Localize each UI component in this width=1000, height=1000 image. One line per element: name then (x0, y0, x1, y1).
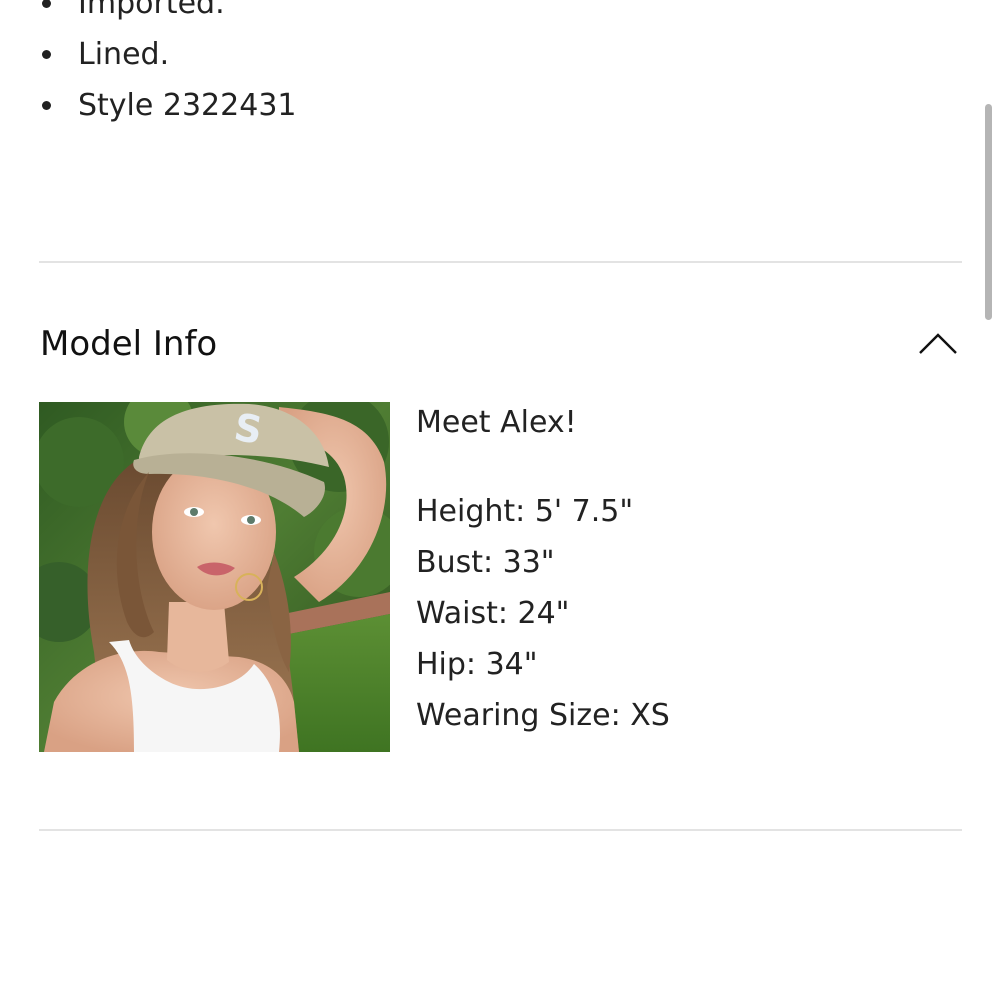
model-photo: S (39, 402, 390, 752)
product-details-page: Imported. Lined. Style 2322431 Model Inf… (0, 0, 1000, 1000)
model-height: Height: 5' 7.5" (416, 494, 634, 529)
model-hip: Hip: 34" (416, 647, 538, 682)
model-bust: Bust: 33" (416, 545, 555, 580)
model-photo-image: S (39, 402, 390, 752)
list-item-text: Imported. (78, 0, 225, 21)
model-waist: Waist: 24" (416, 596, 570, 631)
list-item: Style 2322431 (40, 80, 297, 131)
model-info-heading[interactable]: Model Info (40, 322, 217, 366)
collapse-model-info-button[interactable] (908, 322, 968, 366)
bullet-icon (42, 50, 51, 59)
model-wearing-size: Wearing Size: XS (416, 698, 670, 733)
bullet-icon (42, 0, 51, 8)
list-item: Lined. (40, 29, 297, 80)
section-divider (39, 261, 962, 263)
section-divider (39, 829, 962, 831)
model-greeting: Meet Alex! (416, 405, 577, 440)
chevron-up-icon (919, 333, 957, 354)
scrollbar-thumb[interactable] (985, 104, 992, 320)
bullet-icon (42, 101, 51, 110)
product-details-list: Imported. Lined. Style 2322431 (40, 0, 297, 131)
list-item-text: Style 2322431 (78, 88, 297, 123)
list-item-text: Lined. (78, 37, 170, 72)
list-item: Imported. (40, 0, 297, 29)
model-info-details: Meet Alex! Height: 5' 7.5" Bust: 33" Wai… (416, 400, 670, 744)
